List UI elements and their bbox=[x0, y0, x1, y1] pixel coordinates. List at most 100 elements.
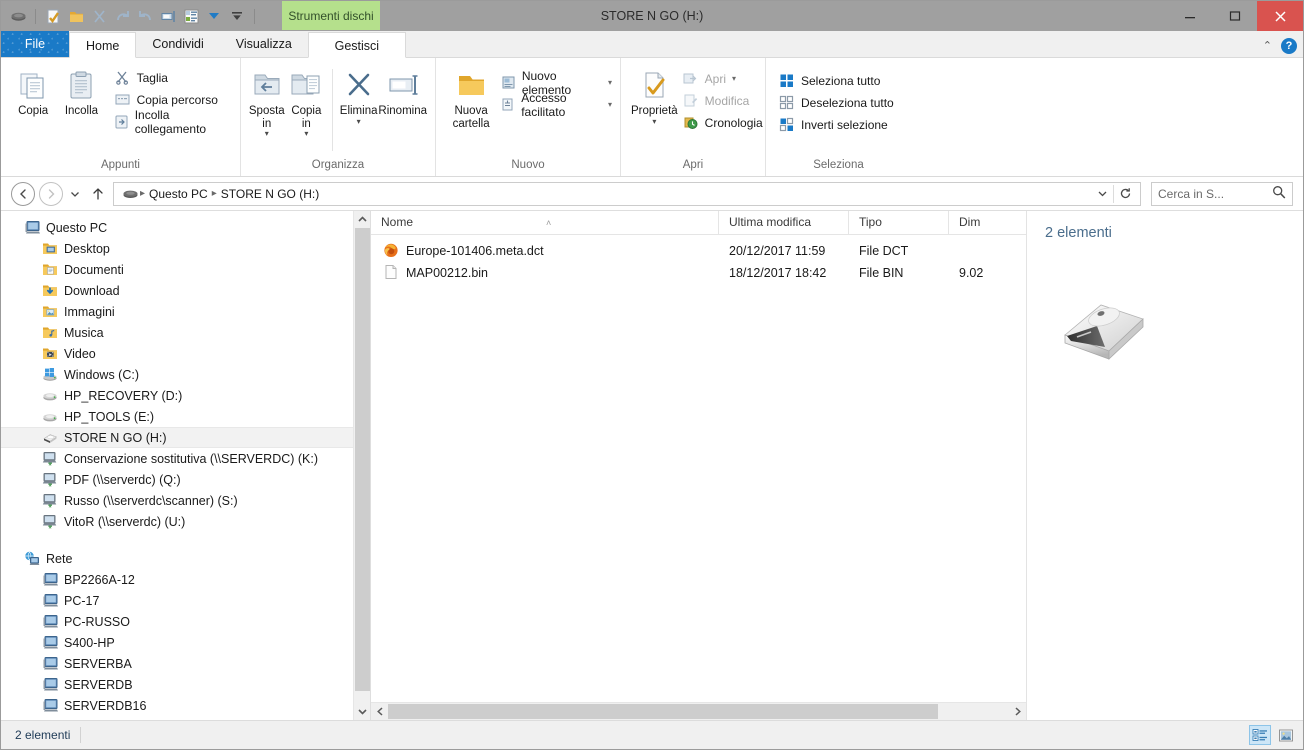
sidebar-item-rete[interactable]: Rete bbox=[1, 548, 370, 569]
new-folder-button[interactable]: Nuova cartella bbox=[448, 65, 494, 130]
up-button[interactable] bbox=[87, 183, 109, 205]
copy-to-button[interactable]: Copia in ▾ bbox=[287, 65, 327, 138]
sidebar-item-bp2266a-12[interactable]: BP2266A-12 bbox=[1, 569, 370, 590]
sidebar-item-download[interactable]: Download bbox=[1, 280, 370, 301]
new-item-caret-icon[interactable]: ▾ bbox=[608, 78, 612, 87]
customize-qat-icon[interactable] bbox=[228, 7, 246, 25]
redo-icon[interactable] bbox=[113, 7, 131, 25]
delete-button[interactable]: Elimina ▾ bbox=[339, 65, 379, 126]
hscrollbar-thumb[interactable] bbox=[388, 704, 938, 719]
tab-gestisci[interactable]: Gestisci bbox=[307, 32, 406, 58]
sidebar-item-s400-hp[interactable]: S400-HP bbox=[1, 632, 370, 653]
sidebar-item-hp-tools-e[interactable]: HP_TOOLS (E:) bbox=[1, 406, 370, 427]
easy-access-caret-icon[interactable]: ▾ bbox=[608, 100, 612, 109]
breadcrumb-separator-0[interactable]: ▸ bbox=[139, 188, 146, 199]
sidebar-item-pc-russo[interactable]: PC-RUSSO bbox=[1, 611, 370, 632]
open-caret-icon[interactable]: ▾ bbox=[732, 74, 736, 83]
minimize-button[interactable] bbox=[1167, 1, 1212, 31]
details-view-button[interactable] bbox=[1249, 725, 1271, 745]
tab-home[interactable]: Home bbox=[69, 32, 137, 58]
breadcrumb-item-questo-pc[interactable]: Questo PC bbox=[146, 187, 211, 201]
edit-button[interactable]: Modifica bbox=[682, 91, 763, 110]
drive-icon[interactable] bbox=[9, 7, 27, 25]
sidebar-item-windows-c[interactable]: Windows (C:) bbox=[1, 364, 370, 385]
navigation-scrollbar[interactable] bbox=[353, 211, 370, 720]
new-item-button[interactable]: Nuovo elemento ▾ bbox=[500, 69, 612, 97]
search-input[interactable]: Cerca in S... bbox=[1158, 187, 1272, 201]
sidebar-item-russo-serverdc-scanner-s[interactable]: Russo (\\serverdc\scanner) (S:) bbox=[1, 490, 370, 511]
hscroll-right-button[interactable] bbox=[1009, 703, 1026, 720]
invert-selection-button[interactable]: Inverti selezione bbox=[778, 115, 894, 134]
cut-icon[interactable] bbox=[90, 7, 108, 25]
properties-button[interactable]: Proprietà ▾ bbox=[631, 65, 678, 126]
file-list-horizontal-scrollbar[interactable] bbox=[371, 702, 1026, 720]
breadcrumb-bar[interactable]: ▸ Questo PC ▸ STORE N GO (H:) bbox=[113, 181, 1141, 206]
new-folder-icon[interactable] bbox=[67, 7, 85, 25]
tab-condividi[interactable]: Condividi bbox=[136, 31, 219, 57]
column-header-dimensione[interactable]: Dim bbox=[949, 211, 999, 234]
copy-to-caret-icon[interactable]: ▾ bbox=[304, 130, 308, 138]
properties-list-icon[interactable] bbox=[182, 7, 200, 25]
sidebar-item-questo-pc[interactable]: Questo PC bbox=[1, 217, 370, 238]
copy-path-button[interactable]: Copia percorso bbox=[114, 90, 232, 109]
file-name-cell[interactable]: MAP00212.bin bbox=[371, 264, 719, 283]
rename-button[interactable]: Rinomina bbox=[378, 65, 427, 118]
breadcrumb-dropdown-button[interactable] bbox=[1091, 183, 1113, 205]
sidebar-item-pdf-serverdc-q[interactable]: PDF (\\serverdc) (Q:) bbox=[1, 469, 370, 490]
search-box[interactable]: Cerca in S... bbox=[1151, 181, 1293, 206]
sidebar-item-conservazione-sostitutiva-serverdc-k[interactable]: Conservazione sostitutiva (\\SERVERDC) (… bbox=[1, 448, 370, 469]
sidebar-item-vitor-serverdc-u[interactable]: VitoR (\\serverdc) (U:) bbox=[1, 511, 370, 532]
sidebar-item-musica[interactable]: Musica bbox=[1, 322, 370, 343]
move-to-button[interactable]: Sposta in ▾ bbox=[247, 65, 287, 138]
recent-locations-button[interactable] bbox=[67, 183, 83, 205]
table-row[interactable]: Europe-101406.meta.dct 20/12/2017 11:59 … bbox=[371, 240, 1026, 262]
file-name-cell[interactable]: Europe-101406.meta.dct bbox=[371, 242, 719, 261]
paste-shortcut-button[interactable]: Incolla collegamento bbox=[114, 108, 232, 136]
column-header-ultima-modifica[interactable]: Ultima modifica bbox=[719, 211, 849, 234]
maximize-button[interactable] bbox=[1212, 1, 1257, 31]
select-all-button[interactable]: Seleziona tutto bbox=[778, 71, 894, 90]
file-list-pane[interactable]: Nome ˄ Ultima modifica Tipo Dim Europe-1… bbox=[371, 211, 1026, 720]
help-icon[interactable]: ? bbox=[1281, 38, 1297, 54]
rename-icon[interactable] bbox=[159, 7, 177, 25]
large-icons-view-button[interactable] bbox=[1275, 725, 1297, 745]
easy-access-button[interactable]: Accesso facilitato ▾ bbox=[500, 91, 612, 119]
column-header-tipo[interactable]: Tipo bbox=[849, 211, 949, 234]
tab-file[interactable]: File bbox=[1, 31, 69, 57]
refresh-button[interactable] bbox=[1114, 183, 1136, 205]
sidebar-item-video[interactable]: Video bbox=[1, 343, 370, 364]
forward-button[interactable] bbox=[39, 181, 63, 206]
properties-icon[interactable] bbox=[44, 7, 62, 25]
collapse-ribbon-icon[interactable]: ⌃ bbox=[1263, 40, 1272, 52]
cut-button[interactable]: Taglia bbox=[114, 68, 232, 87]
close-button[interactable] bbox=[1257, 1, 1303, 31]
sidebar-item-pc-17[interactable]: PC-17 bbox=[1, 590, 370, 611]
sidebar-item-serverdb[interactable]: SERVERDB bbox=[1, 674, 370, 695]
table-row[interactable]: MAP00212.bin 18/12/2017 18:42 File BIN 9… bbox=[371, 262, 1026, 284]
properties-caret-icon[interactable]: ▾ bbox=[652, 117, 656, 126]
hscroll-left-button[interactable] bbox=[371, 703, 388, 720]
tab-visualizza[interactable]: Visualizza bbox=[220, 31, 308, 57]
column-header-nome[interactable]: Nome ˄ bbox=[371, 211, 719, 234]
back-button[interactable] bbox=[11, 181, 35, 206]
sidebar-item-documenti[interactable]: Documenti bbox=[1, 259, 370, 280]
copy-button[interactable]: Copia bbox=[9, 65, 57, 118]
sidebar-item-hp-recovery-d[interactable]: HP_RECOVERY (D:) bbox=[1, 385, 370, 406]
undo-icon[interactable] bbox=[136, 7, 154, 25]
open-button[interactable]: Apri ▾ bbox=[682, 69, 763, 88]
sidebar-item-serverba[interactable]: SERVERBA bbox=[1, 653, 370, 674]
nav-scroll-up-button[interactable] bbox=[354, 211, 370, 228]
history-button[interactable]: Cronologia bbox=[682, 113, 763, 132]
nav-scroll-down-button[interactable] bbox=[354, 703, 370, 720]
sidebar-item-serverdb16[interactable]: SERVERDB16 bbox=[1, 695, 370, 716]
sidebar-item-immagini[interactable]: Immagini bbox=[1, 301, 370, 322]
navigation-pane[interactable]: Questo PC Desktop Documenti Download Immagin… bbox=[1, 211, 371, 720]
select-none-button[interactable]: Deseleziona tutto bbox=[778, 93, 894, 112]
sidebar-item-store-n-go-h[interactable]: STORE N GO (H:) bbox=[1, 427, 370, 448]
paste-button[interactable]: Incolla bbox=[57, 65, 105, 118]
chevron-down-icon[interactable] bbox=[205, 7, 223, 25]
search-icon[interactable] bbox=[1272, 185, 1286, 202]
delete-caret-icon[interactable]: ▾ bbox=[357, 117, 361, 126]
breadcrumb-item-store-n-go[interactable]: STORE N GO (H:) bbox=[218, 187, 322, 201]
breadcrumb-separator-1[interactable]: ▸ bbox=[211, 188, 218, 199]
